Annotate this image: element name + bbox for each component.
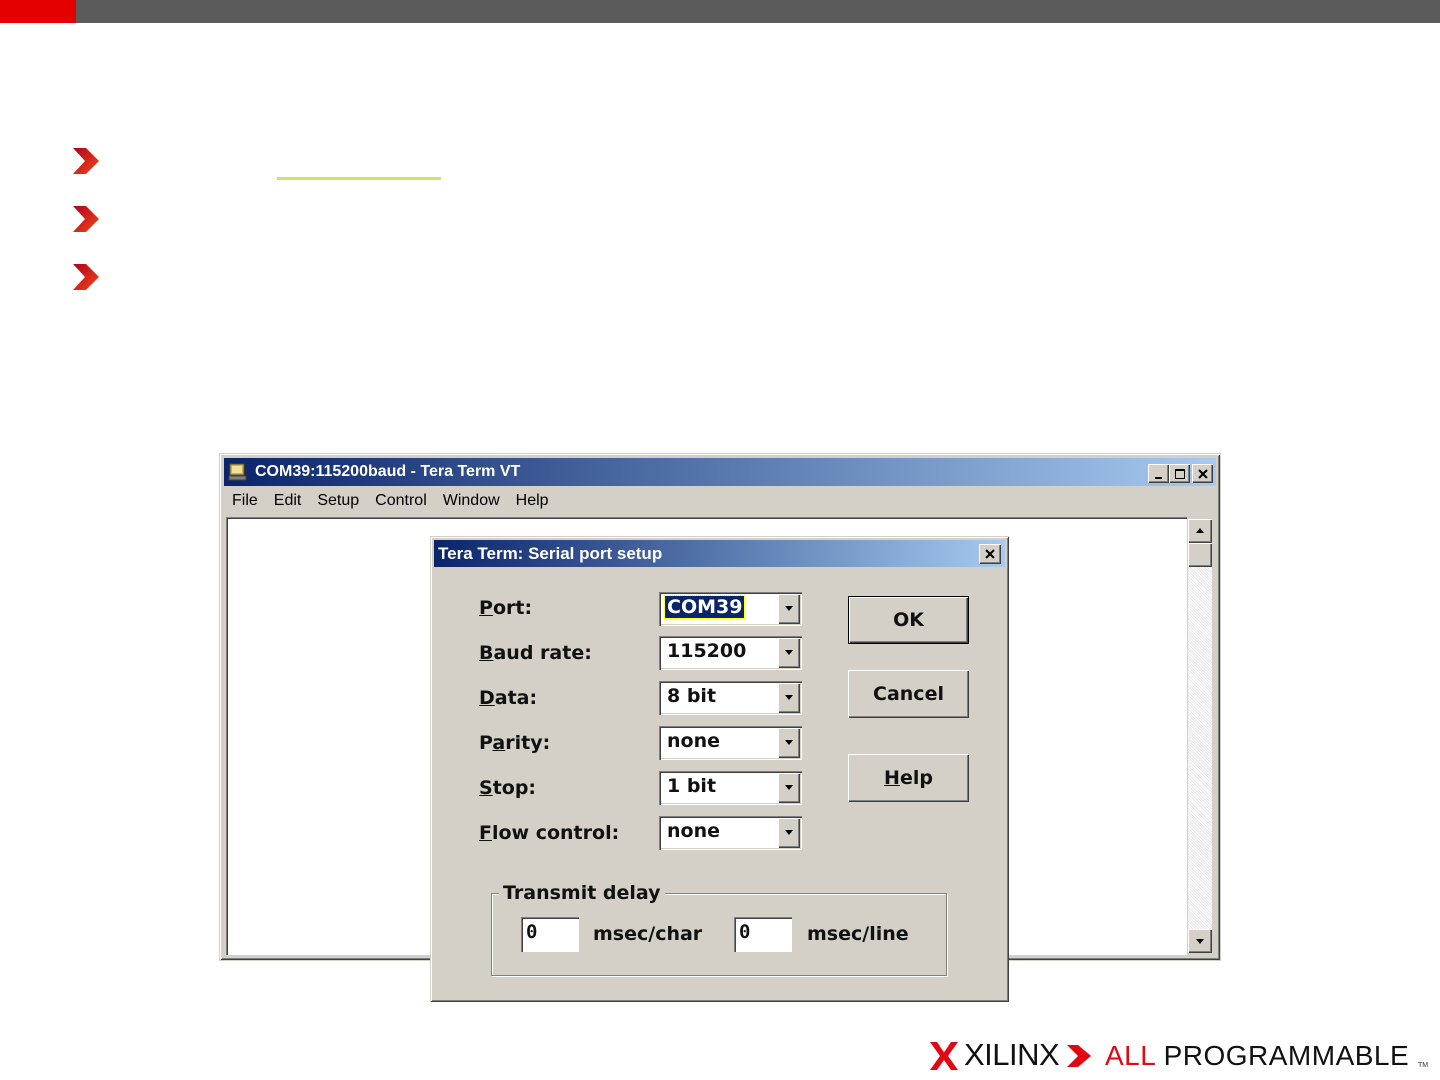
- scroll-thumb[interactable]: [1188, 543, 1212, 567]
- maximize-icon: [1174, 468, 1185, 479]
- stop-value: 1 bit: [667, 775, 717, 797]
- scroll-up-icon: [1196, 528, 1204, 533]
- flow-control-dropdown-button[interactable]: [778, 818, 800, 848]
- scroll-down-button[interactable]: [1188, 929, 1212, 953]
- logo-chevron-icon: [1067, 1045, 1091, 1067]
- baud-rate-label: Baud rate:: [479, 642, 592, 664]
- dialog-close-button[interactable]: [979, 544, 1001, 564]
- close-button[interactable]: [1192, 464, 1213, 483]
- msec-line-unit: msec/line: [807, 923, 909, 945]
- dropdown-arrow-icon: [785, 695, 793, 700]
- help-button[interactable]: Help: [848, 754, 969, 802]
- data-dropdown-button[interactable]: [778, 683, 800, 713]
- port-value: COM39: [663, 595, 746, 619]
- scroll-down-icon: [1196, 939, 1204, 944]
- baud-rate-combo[interactable]: 115200: [659, 636, 802, 670]
- data-label: Data:: [479, 687, 538, 709]
- slide-top-bar: [0, 0, 1440, 23]
- help-button-rest: elp: [899, 767, 933, 789]
- dropdown-arrow-icon: [785, 785, 793, 790]
- minimize-button[interactable]: [1148, 464, 1169, 483]
- stop-dropdown-button[interactable]: [778, 773, 800, 803]
- scroll-up-button[interactable]: [1188, 519, 1212, 543]
- data-combo[interactable]: 8 bit: [659, 681, 802, 715]
- close-icon: [985, 549, 995, 559]
- window-title: COM39:115200baud - Tera Term VT: [255, 463, 521, 480]
- menu-help[interactable]: Help: [508, 488, 557, 514]
- stop-combo[interactable]: 1 bit: [659, 771, 802, 805]
- msec-char-input[interactable]: 0: [521, 917, 579, 952]
- dropdown-arrow-icon: [785, 606, 793, 611]
- port-label: Port:: [479, 597, 533, 619]
- stop-label: Stop:: [479, 777, 537, 799]
- maximize-button[interactable]: [1169, 464, 1190, 483]
- parity-value: none: [667, 730, 720, 752]
- msec-char-value: 0: [526, 921, 538, 943]
- data-value: 8 bit: [667, 685, 717, 707]
- port-label-rest: ort:: [492, 597, 533, 619]
- msec-char-unit: msec/char: [593, 923, 703, 945]
- transmit-delay-label: Transmit delay: [499, 882, 665, 904]
- dropdown-arrow-icon: [785, 740, 793, 745]
- flow-control-value: none: [667, 820, 720, 842]
- bullet-chevron-icon: [73, 264, 99, 290]
- minimize-icon: [1154, 476, 1162, 479]
- tagline-programmable: PROGRAMMABLE: [1163, 1040, 1410, 1071]
- bullet-chevron-icon: [73, 148, 99, 174]
- parity-combo[interactable]: none: [659, 726, 802, 760]
- dialog-title-bar[interactable]: Tera Term: Serial port setup: [434, 540, 1005, 567]
- app-icon[interactable]: [228, 462, 248, 482]
- bullet-chevron-icon: [73, 206, 99, 232]
- menu-control[interactable]: Control: [367, 488, 435, 514]
- vertical-scrollbar[interactable]: [1188, 519, 1212, 953]
- menu-file[interactable]: File: [224, 488, 266, 514]
- brand-name: XILINX: [964, 1037, 1060, 1072]
- flow-control-label: Flow control:: [479, 822, 620, 844]
- data-label-rest: ata:: [494, 687, 538, 709]
- tagline-all: ALL: [1105, 1040, 1156, 1071]
- menu-window[interactable]: Window: [435, 488, 508, 514]
- menu-setup[interactable]: Setup: [309, 488, 367, 514]
- baud-rate-label-rest: aud rate:: [493, 642, 592, 664]
- highlight-underline: [277, 177, 441, 180]
- parity-dropdown-button[interactable]: [778, 728, 800, 758]
- port-combo[interactable]: COM39: [659, 592, 802, 626]
- ok-button[interactable]: OK: [848, 596, 969, 644]
- msec-line-input[interactable]: 0: [734, 917, 792, 952]
- cancel-button[interactable]: Cancel: [848, 670, 969, 718]
- dialog-title: Tera Term: Serial port setup: [438, 544, 663, 563]
- msec-line-value: 0: [739, 921, 751, 943]
- close-icon: [1197, 468, 1208, 479]
- trademark-mark: TM: [1418, 1062, 1429, 1069]
- stop-label-rest: top:: [492, 777, 537, 799]
- parity-label-text: Parity:: [479, 732, 551, 754]
- parity-label: Parity:: [479, 732, 550, 754]
- port-dropdown-button[interactable]: [778, 594, 800, 624]
- baud-rate-value: 115200: [667, 640, 747, 662]
- flow-control-combo[interactable]: none: [659, 816, 802, 850]
- baud-rate-dropdown-button[interactable]: [778, 638, 800, 668]
- dropdown-arrow-icon: [785, 650, 793, 655]
- window-title-bar[interactable]: COM39:115200baud - Tera Term VT: [224, 458, 1216, 486]
- dropdown-arrow-icon: [785, 830, 793, 835]
- flow-control-label-rest: low control:: [491, 822, 620, 844]
- xilinx-logo-icon: [930, 1042, 958, 1070]
- brand-tagline: ALL PROGRAMMABLE: [1105, 1040, 1409, 1072]
- slide-top-accent: [0, 0, 76, 23]
- menu-edit[interactable]: Edit: [266, 488, 310, 514]
- menu-bar: File Edit Setup Control Window Help: [224, 488, 557, 514]
- serial-port-setup-dialog: Tera Term: Serial port setup Port: COM39…: [430, 536, 1009, 1002]
